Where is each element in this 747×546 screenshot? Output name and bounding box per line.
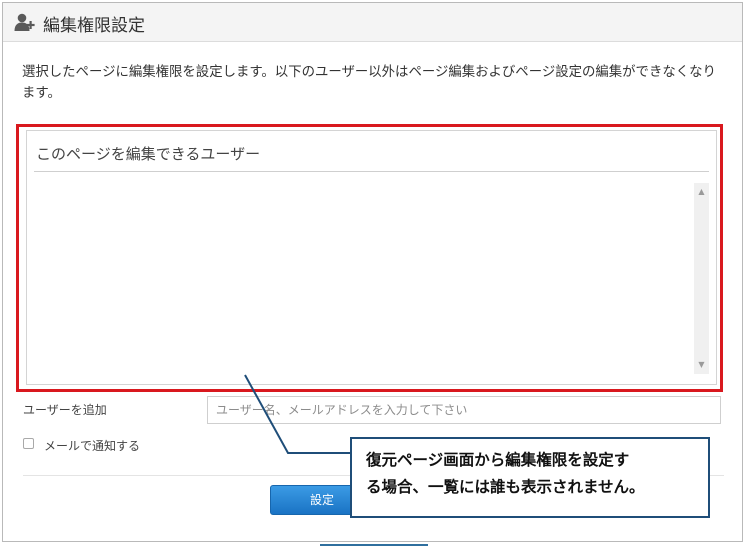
panel-divider bbox=[34, 171, 709, 172]
callout-text-line1: 復元ページ画面から編集権限を設定す bbox=[366, 451, 630, 469]
add-user-label: ユーザーを追加 bbox=[23, 403, 107, 417]
callout-text-line2: る場合、一覧には誰も表示されません。 bbox=[366, 478, 645, 496]
highlight-frame: このページを編集できるユーザー ▲ ▼ bbox=[16, 124, 723, 392]
annotation-callout: 復元ページ画面から編集権限を設定す る場合、一覧には誰も表示されません。 bbox=[350, 437, 710, 518]
notify-checkbox[interactable] bbox=[23, 438, 34, 449]
scroll-up-arrow-icon[interactable]: ▲ bbox=[694, 185, 709, 199]
user-add-icon bbox=[14, 12, 36, 32]
panel-header: このページを編集できるユーザー bbox=[36, 145, 261, 163]
dialog-title: 編集権限設定 bbox=[43, 16, 145, 36]
add-user-input[interactable] bbox=[207, 396, 721, 424]
user-list-scrollbar[interactable]: ▲ ▼ bbox=[694, 183, 709, 374]
user-list[interactable]: ▲ ▼ bbox=[34, 183, 709, 374]
dialog-titlebar: 編集権限設定 bbox=[3, 3, 742, 42]
scroll-down-arrow-icon[interactable]: ▼ bbox=[694, 358, 709, 372]
dialog-description: 選択したページに編集権限を設定します。以下のユーザー以外はページ編集およびページ… bbox=[22, 65, 716, 101]
editor-users-panel: このページを編集できるユーザー ▲ ▼ bbox=[26, 130, 717, 385]
notify-label[interactable]: メールで通知する bbox=[44, 437, 140, 454]
